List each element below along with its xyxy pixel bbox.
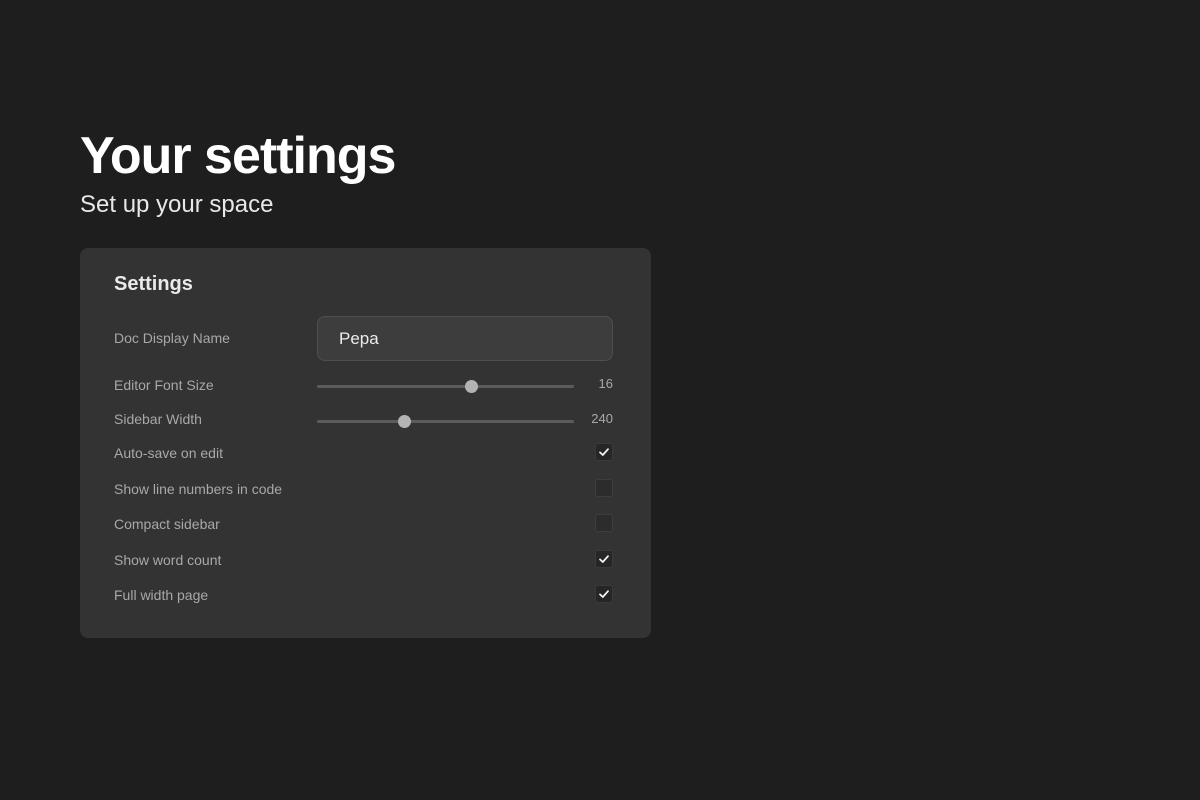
show-line-numbers-checkbox[interactable] xyxy=(595,479,613,497)
editor-font-size-slider-thumb[interactable] xyxy=(465,380,479,393)
compact-sidebar-label: Compact sidebar xyxy=(114,516,220,532)
full-width-page-checkbox[interactable] xyxy=(595,585,613,603)
display-name-input[interactable] xyxy=(317,316,613,361)
settings-card: Settings Doc Display Name Editor Font Si… xyxy=(80,248,651,638)
page-subtitle: Set up your space xyxy=(80,191,274,218)
settings-card-title: Settings xyxy=(114,273,193,295)
sidebar-width-value: 240 xyxy=(591,411,613,426)
settings-page: Your settings Set up your space Settings… xyxy=(0,0,1200,800)
show-word-count-label: Show word count xyxy=(114,552,222,568)
editor-font-size-label: Editor Font Size xyxy=(114,377,214,393)
editor-font-size-value: 16 xyxy=(598,376,613,391)
compact-sidebar-checkbox[interactable] xyxy=(595,514,613,532)
auto-save-checkbox[interactable] xyxy=(595,443,613,461)
display-name-label: Doc Display Name xyxy=(114,330,230,346)
editor-font-size-slider[interactable] xyxy=(317,380,574,393)
sidebar-width-slider[interactable] xyxy=(317,415,574,428)
check-icon xyxy=(599,590,609,598)
check-icon xyxy=(599,448,609,456)
full-width-page-label: Full width page xyxy=(114,587,209,603)
page-title: Your settings xyxy=(80,127,396,185)
sidebar-width-slider-thumb[interactable] xyxy=(398,415,412,428)
check-icon xyxy=(599,555,609,563)
show-line-numbers-label: Show line numbers in code xyxy=(114,481,283,497)
auto-save-label: Auto-save on edit xyxy=(114,445,223,461)
show-word-count-checkbox[interactable] xyxy=(595,550,613,568)
sidebar-width-label: Sidebar Width xyxy=(114,411,202,427)
